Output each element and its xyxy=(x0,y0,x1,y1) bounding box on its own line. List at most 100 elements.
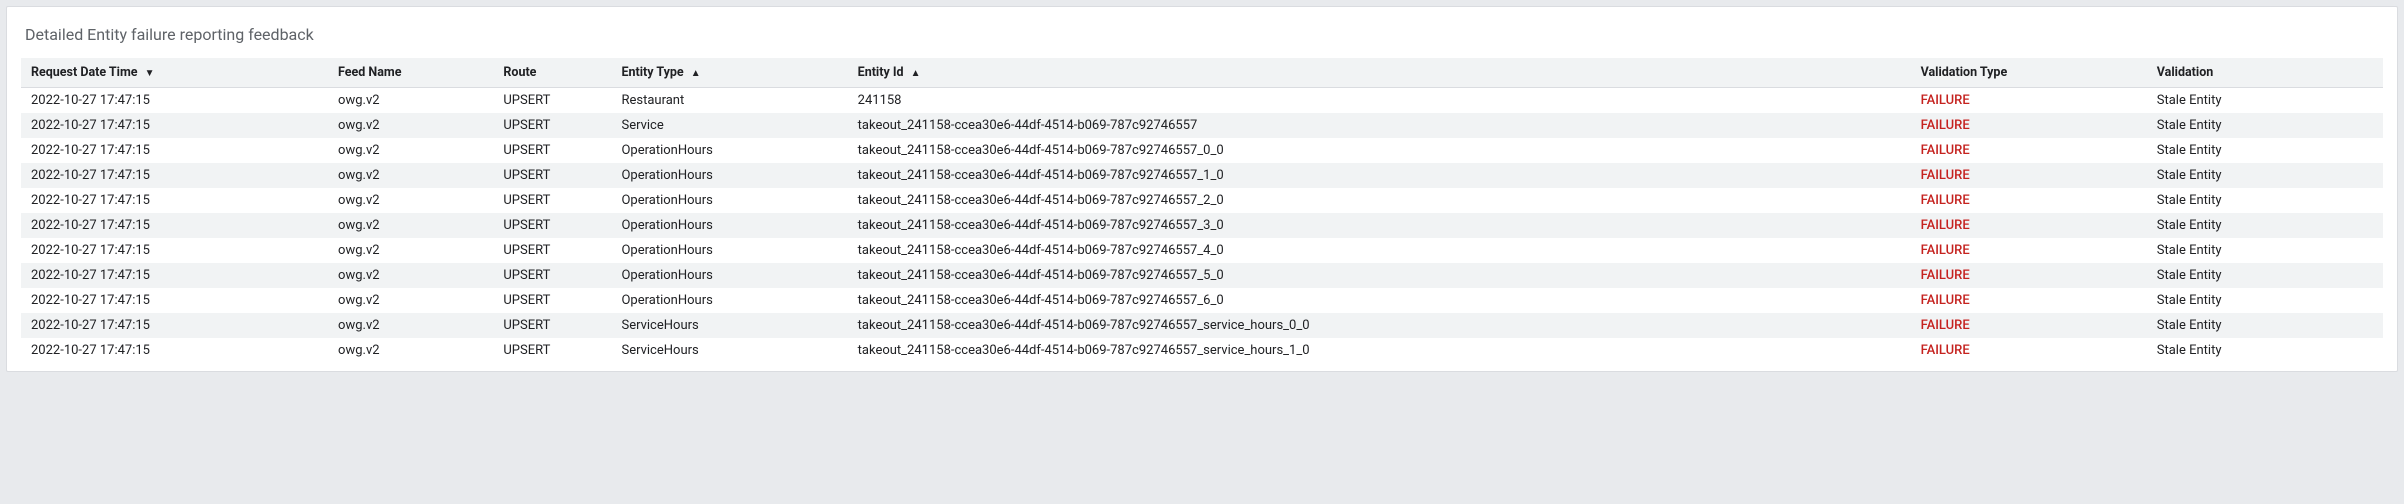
cell-validation-type: FAILURE xyxy=(1911,188,2147,213)
table-body: 2022-10-27 17:47:15owg.v2UPSERTRestauran… xyxy=(21,88,2383,364)
cell-validation: Stale Entity xyxy=(2147,138,2383,163)
cell-validation: Stale Entity xyxy=(2147,313,2383,338)
cell-route: UPSERT xyxy=(493,338,611,363)
cell-entity-type: OperationHours xyxy=(611,288,847,313)
col-label: Validation xyxy=(2157,65,2214,80)
cell-entity-id: takeout_241158-ccea30e6-44df-4514-b069-7… xyxy=(848,338,1911,363)
cell-route: UPSERT xyxy=(493,288,611,313)
cell-entity-id: takeout_241158-ccea30e6-44df-4514-b069-7… xyxy=(848,138,1911,163)
cell-entity-id: takeout_241158-ccea30e6-44df-4514-b069-7… xyxy=(848,313,1911,338)
cell-entity-id: takeout_241158-ccea30e6-44df-4514-b069-7… xyxy=(848,263,1911,288)
col-label: Feed Name xyxy=(338,65,401,80)
table-row: 2022-10-27 17:47:15owg.v2UPSERTOperation… xyxy=(21,288,2383,313)
cell-feed-name: owg.v2 xyxy=(328,238,493,263)
col-route[interactable]: Route xyxy=(493,58,611,88)
cell-feed-name: owg.v2 xyxy=(328,88,493,114)
card-title: Detailed Entity failure reporting feedba… xyxy=(21,25,2383,44)
cell-entity-id: takeout_241158-ccea30e6-44df-4514-b069-7… xyxy=(848,113,1911,138)
cell-request-date-time: 2022-10-27 17:47:15 xyxy=(21,338,328,363)
cell-validation: Stale Entity xyxy=(2147,213,2383,238)
cell-validation: Stale Entity xyxy=(2147,238,2383,263)
cell-validation: Stale Entity xyxy=(2147,188,2383,213)
col-feed-name[interactable]: Feed Name xyxy=(328,58,493,88)
col-entity-id[interactable]: Entity Id ▲ xyxy=(848,58,1911,88)
sort-asc-icon: ▲ xyxy=(911,68,921,79)
cell-feed-name: owg.v2 xyxy=(328,163,493,188)
cell-route: UPSERT xyxy=(493,313,611,338)
cell-feed-name: owg.v2 xyxy=(328,338,493,363)
sort-asc-icon: ▲ xyxy=(691,68,701,79)
cell-route: UPSERT xyxy=(493,138,611,163)
cell-entity-id: takeout_241158-ccea30e6-44df-4514-b069-7… xyxy=(848,213,1911,238)
col-label: Route xyxy=(503,65,536,80)
cell-validation: Stale Entity xyxy=(2147,163,2383,188)
table-row: 2022-10-27 17:47:15owg.v2UPSERTOperation… xyxy=(21,138,2383,163)
cell-request-date-time: 2022-10-27 17:47:15 xyxy=(21,113,328,138)
sort-desc-icon: ▼ xyxy=(145,68,155,79)
cell-request-date-time: 2022-10-27 17:47:15 xyxy=(21,163,328,188)
cell-entity-type: OperationHours xyxy=(611,163,847,188)
cell-feed-name: owg.v2 xyxy=(328,113,493,138)
cell-request-date-time: 2022-10-27 17:47:15 xyxy=(21,263,328,288)
col-request-date-time[interactable]: Request Date Time ▼ xyxy=(21,58,328,88)
cell-route: UPSERT xyxy=(493,113,611,138)
cell-request-date-time: 2022-10-27 17:47:15 xyxy=(21,288,328,313)
cell-entity-type: OperationHours xyxy=(611,238,847,263)
cell-entity-id: takeout_241158-ccea30e6-44df-4514-b069-7… xyxy=(848,238,1911,263)
cell-route: UPSERT xyxy=(493,213,611,238)
cell-entity-id: takeout_241158-ccea30e6-44df-4514-b069-7… xyxy=(848,163,1911,188)
cell-validation: Stale Entity xyxy=(2147,113,2383,138)
cell-validation: Stale Entity xyxy=(2147,288,2383,313)
cell-entity-type: OperationHours xyxy=(611,138,847,163)
col-validation[interactable]: Validation xyxy=(2147,58,2383,88)
cell-entity-type: OperationHours xyxy=(611,263,847,288)
cell-validation: Stale Entity xyxy=(2147,338,2383,363)
cell-validation-type: FAILURE xyxy=(1911,138,2147,163)
col-label: Validation Type xyxy=(1921,65,2008,80)
col-label: Entity Type xyxy=(621,65,683,80)
report-card: Detailed Entity failure reporting feedba… xyxy=(6,6,2398,372)
table-row: 2022-10-27 17:47:15owg.v2UPSERTOperation… xyxy=(21,188,2383,213)
cell-validation-type: FAILURE xyxy=(1911,263,2147,288)
cell-feed-name: owg.v2 xyxy=(328,213,493,238)
col-entity-type[interactable]: Entity Type ▲ xyxy=(611,58,847,88)
col-label: Entity Id xyxy=(858,65,904,80)
cell-entity-id: takeout_241158-ccea30e6-44df-4514-b069-7… xyxy=(848,288,1911,313)
col-label: Request Date Time xyxy=(31,65,138,80)
table-row: 2022-10-27 17:47:15owg.v2UPSERTOperation… xyxy=(21,213,2383,238)
cell-validation-type: FAILURE xyxy=(1911,88,2147,114)
cell-request-date-time: 2022-10-27 17:47:15 xyxy=(21,313,328,338)
cell-entity-type: Restaurant xyxy=(611,88,847,114)
cell-validation-type: FAILURE xyxy=(1911,238,2147,263)
table-header-row: Request Date Time ▼ Feed Name Route Enti… xyxy=(21,58,2383,88)
cell-validation: Stale Entity xyxy=(2147,88,2383,114)
cell-entity-type: ServiceHours xyxy=(611,313,847,338)
cell-validation-type: FAILURE xyxy=(1911,163,2147,188)
cell-validation-type: FAILURE xyxy=(1911,313,2147,338)
cell-request-date-time: 2022-10-27 17:47:15 xyxy=(21,188,328,213)
cell-request-date-time: 2022-10-27 17:47:15 xyxy=(21,138,328,163)
cell-feed-name: owg.v2 xyxy=(328,288,493,313)
cell-entity-type: Service xyxy=(611,113,847,138)
cell-feed-name: owg.v2 xyxy=(328,138,493,163)
entity-failure-table: Request Date Time ▼ Feed Name Route Enti… xyxy=(21,58,2383,363)
cell-request-date-time: 2022-10-27 17:47:15 xyxy=(21,238,328,263)
cell-validation-type: FAILURE xyxy=(1911,288,2147,313)
cell-route: UPSERT xyxy=(493,263,611,288)
cell-feed-name: owg.v2 xyxy=(328,188,493,213)
cell-feed-name: owg.v2 xyxy=(328,263,493,288)
cell-route: UPSERT xyxy=(493,238,611,263)
cell-feed-name: owg.v2 xyxy=(328,313,493,338)
cell-entity-id: takeout_241158-ccea30e6-44df-4514-b069-7… xyxy=(848,188,1911,213)
table-row: 2022-10-27 17:47:15owg.v2UPSERTOperation… xyxy=(21,163,2383,188)
cell-entity-type: OperationHours xyxy=(611,213,847,238)
cell-entity-type: OperationHours xyxy=(611,188,847,213)
cell-route: UPSERT xyxy=(493,163,611,188)
cell-route: UPSERT xyxy=(493,188,611,213)
cell-request-date-time: 2022-10-27 17:47:15 xyxy=(21,88,328,114)
table-row: 2022-10-27 17:47:15owg.v2UPSERTServiceHo… xyxy=(21,338,2383,363)
cell-route: UPSERT xyxy=(493,88,611,114)
cell-validation-type: FAILURE xyxy=(1911,213,2147,238)
col-validation-type[interactable]: Validation Type xyxy=(1911,58,2147,88)
cell-validation: Stale Entity xyxy=(2147,263,2383,288)
